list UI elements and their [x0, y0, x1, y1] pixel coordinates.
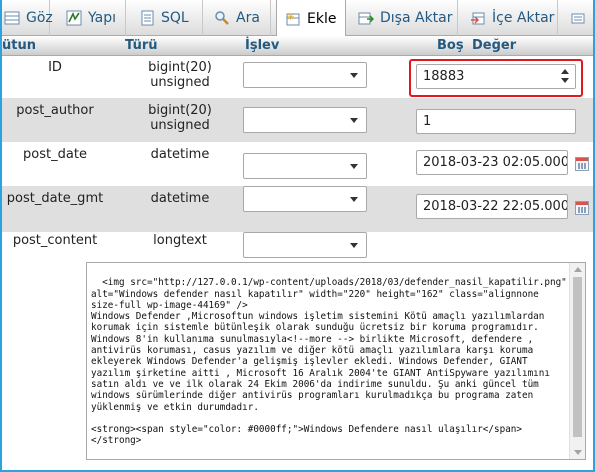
value-input[interactable]: 2018-03-22 22:05.00000 [416, 194, 568, 219]
header-function: İşlev [245, 38, 280, 53]
insert-icon: ✳ [285, 11, 301, 27]
tab-label: Göz [26, 10, 53, 26]
search-icon [214, 10, 230, 26]
tab-sql[interactable]: SQL [131, 0, 203, 36]
content-text: <img src="http://127.0.0.1/wp-content/up… [91, 277, 567, 447]
tab-label: Ekle [307, 10, 337, 27]
tab-structure[interactable]: Yapı [58, 0, 126, 36]
tab-export[interactable]: Dışa Aktar [350, 0, 458, 36]
content-textarea[interactable]: <img src="http://127.0.0.1/wp-content/up… [86, 262, 586, 460]
column-type: bigint(20) unsigned [148, 103, 212, 133]
tab-browse[interactable]: Göz [0, 0, 53, 36]
column-type: datetime [150, 191, 210, 206]
tab-label: SQL [161, 10, 189, 26]
column-name: post_content [12, 233, 98, 248]
tab-label: İçe Aktar [492, 10, 555, 26]
table-header: ütun Türü İşlev Boş Değer [0, 36, 595, 56]
tab-label: Dışa Aktar [380, 10, 453, 26]
export-icon [358, 10, 375, 26]
column-type: longtext [153, 233, 207, 248]
table-row: post_author bigint(20) unsigned 1 [0, 98, 595, 142]
tab-label: Yapı [88, 10, 116, 26]
column-type: bigint(20) unsigned [148, 60, 212, 90]
calendar-icon[interactable] [575, 157, 589, 171]
value-text: 18883 [423, 69, 465, 84]
spinner-arrows-icon[interactable] [561, 69, 569, 83]
header-type: Türü [125, 38, 158, 53]
value-input[interactable]: 1 [416, 109, 576, 134]
sql-icon [139, 10, 155, 26]
calendar-icon[interactable] [575, 201, 589, 215]
column-name: ID [48, 60, 62, 75]
svg-text:✳: ✳ [287, 13, 295, 23]
structure-icon [66, 10, 82, 26]
textarea-scrollbar[interactable] [569, 263, 585, 459]
value-input[interactable]: 2018-03-23 02:05.00000 [416, 150, 568, 175]
value-input[interactable]: 18883 [416, 64, 576, 89]
more-icon [570, 10, 586, 26]
header-column: ütun [2, 38, 36, 53]
import-icon [470, 10, 486, 26]
column-name: post_author [16, 103, 94, 118]
tab-bar: Göz Yapı SQL Ara ✳ Ekle Dışa Aktar İçe A… [0, 0, 595, 37]
scroll-up-icon[interactable] [574, 267, 582, 272]
column-name: post_date [23, 147, 87, 162]
value-text: 1 [423, 114, 432, 129]
function-select[interactable] [243, 232, 367, 258]
function-select[interactable] [243, 62, 367, 88]
function-select[interactable] [243, 153, 367, 179]
browse-icon [4, 10, 20, 26]
function-select[interactable] [243, 186, 367, 212]
header-value: Değer [472, 38, 517, 53]
scroll-thumb[interactable] [573, 277, 582, 437]
function-select[interactable] [243, 107, 367, 133]
column-name: post_date_gmt [6, 191, 104, 206]
scroll-down-icon[interactable] [574, 450, 582, 455]
header-null: Boş [437, 38, 464, 53]
table-row: post_date datetime 2018-03-23 02:05.0000… [0, 142, 595, 186]
value-text: 2018-03-23 02:05.00000 [423, 155, 567, 170]
column-type: datetime [150, 147, 210, 162]
tab-import[interactable]: İçe Aktar [462, 0, 558, 36]
value-text: 2018-03-22 22:05.00000 [423, 199, 567, 214]
tab-insert[interactable]: ✳ Ekle [276, 0, 346, 37]
tab-label: Ara [236, 10, 260, 26]
table-row: post_date_gmt datetime 2018-03-22 22:05.… [0, 186, 595, 232]
tab-search[interactable]: Ara [206, 0, 271, 36]
tab-more[interactable] [562, 0, 595, 36]
